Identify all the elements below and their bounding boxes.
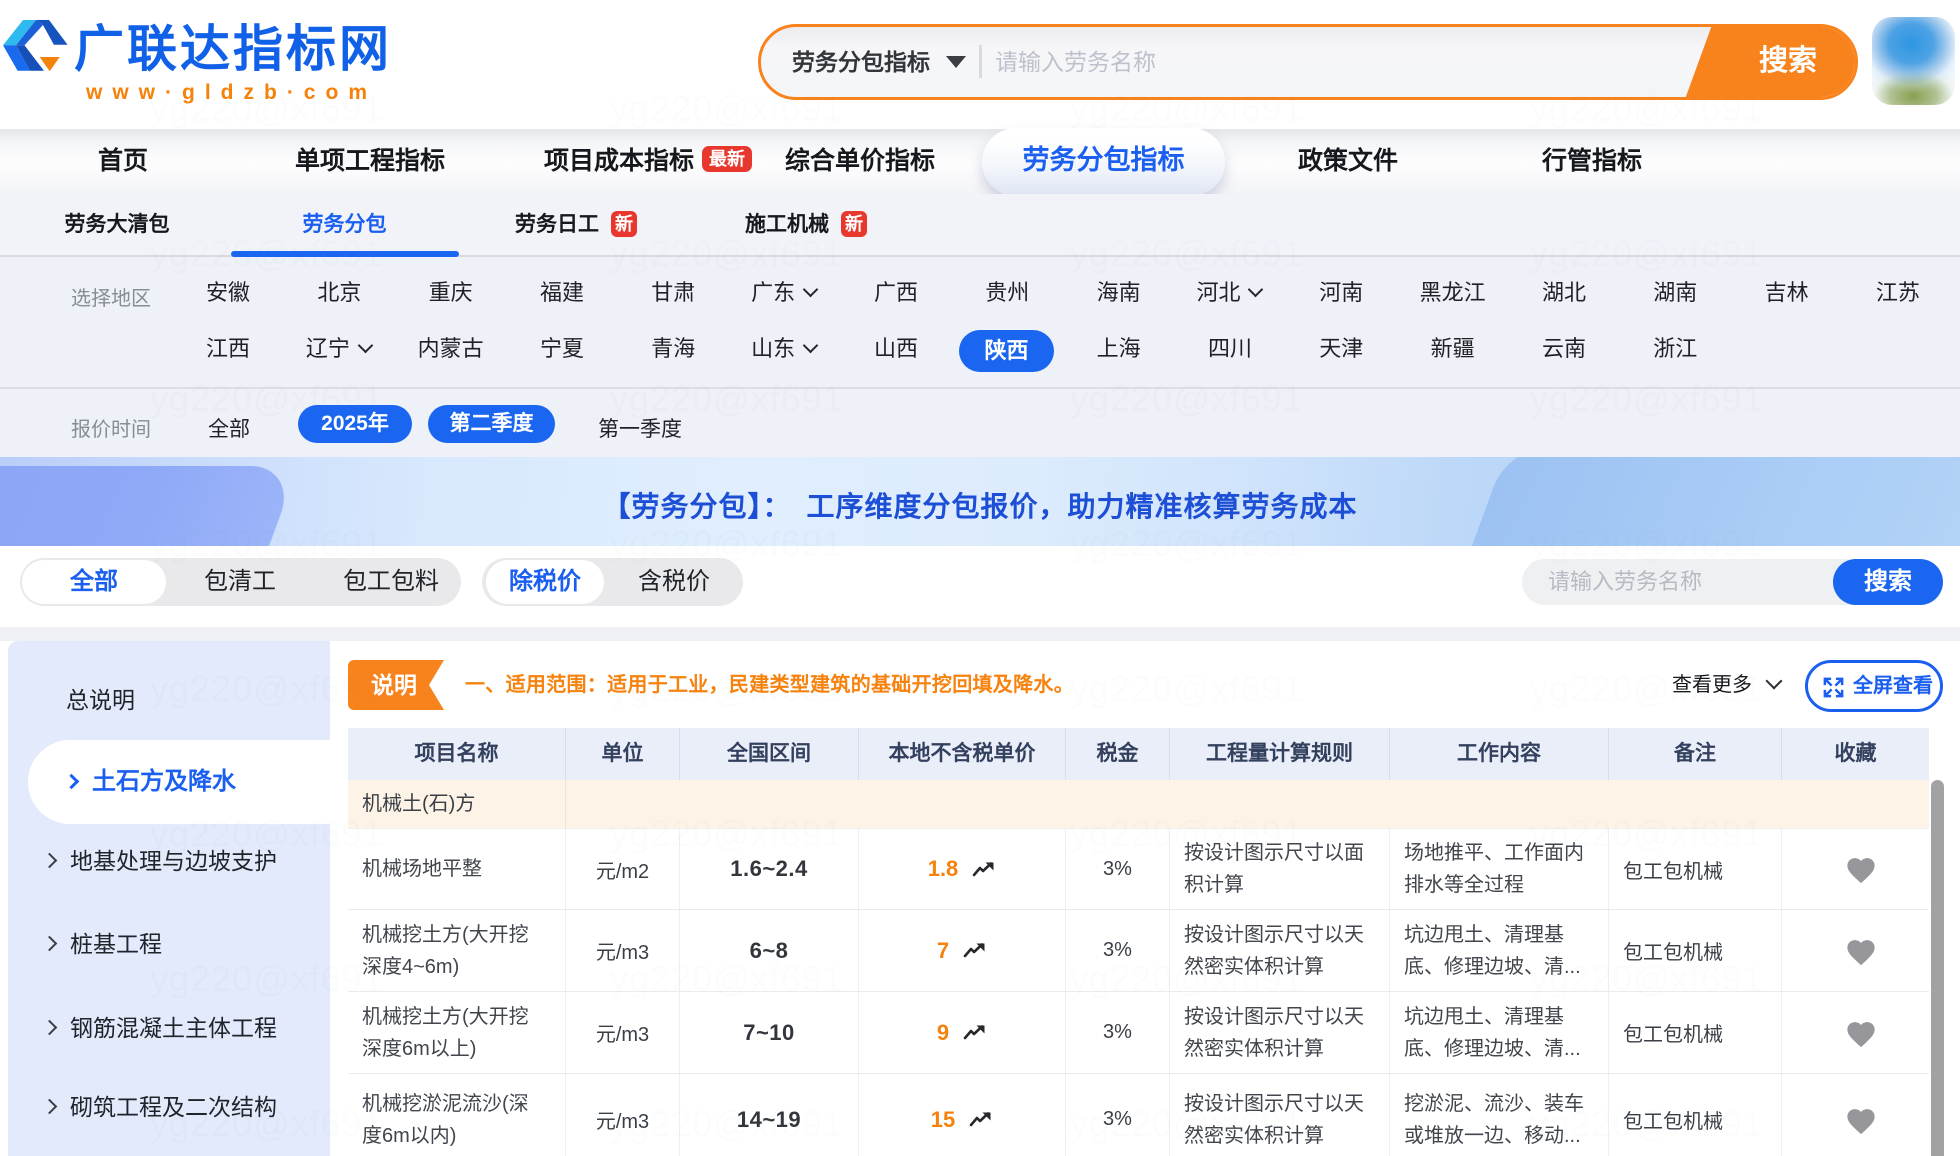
svg-text:说明: 说明: [371, 672, 417, 698]
